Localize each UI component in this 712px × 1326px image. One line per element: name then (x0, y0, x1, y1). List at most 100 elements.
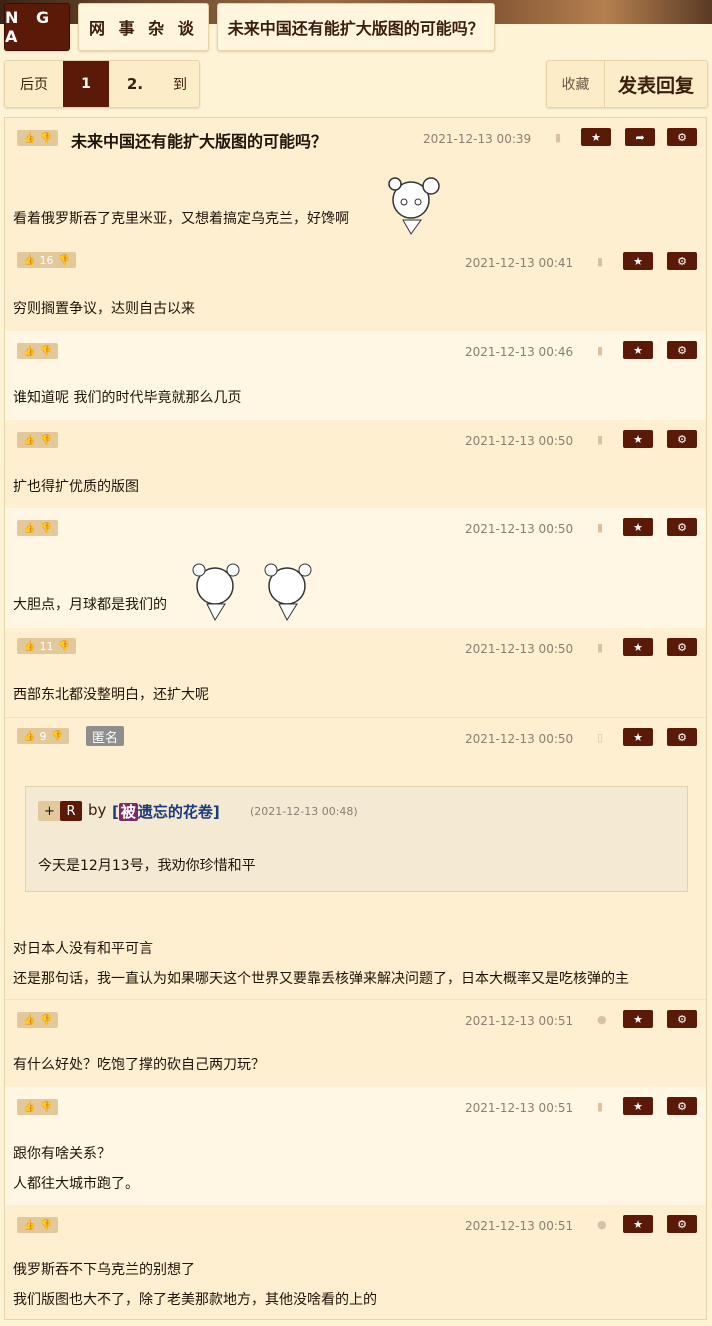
page-1-button[interactable]: 1 (63, 61, 109, 107)
nga-logo-link[interactable]: N G A (4, 3, 70, 51)
thumb-up-icon[interactable]: 👍 (23, 1220, 35, 1231)
thumb-down-icon[interactable]: 👎 (39, 1220, 51, 1231)
star-icon[interactable]: ★ (623, 728, 653, 746)
star-icon[interactable]: ★ (623, 638, 653, 656)
vote-buttons[interactable]: 👍 👎 (17, 1012, 58, 1028)
favorite-button[interactable]: 收藏 (547, 61, 605, 107)
post-content: 跟你有啥关系？ (13, 1146, 111, 1162)
android-icon: ▮ (555, 131, 562, 144)
post-date: 2021-12-13 00:50 (465, 642, 574, 656)
post-date: 2021-12-13 00:50 (465, 732, 574, 746)
star-icon[interactable]: ★ (623, 1097, 653, 1115)
post-content: 大胆点，月球都是我们的 (13, 597, 167, 613)
gear-icon[interactable]: ⚙ (667, 341, 697, 359)
gear-icon[interactable]: ⚙ (667, 1215, 697, 1233)
phone-icon: ▯ (597, 731, 604, 744)
thumb-down-icon[interactable]: 👎 (50, 731, 62, 742)
thumb-down-icon[interactable]: 👎 (39, 435, 51, 446)
thumb-down-icon[interactable]: 👎 (57, 641, 69, 652)
android-icon: ▮ (597, 1100, 604, 1113)
android-icon: ▮ (597, 521, 604, 534)
apple-icon: ● (597, 1218, 607, 1231)
quote-expand-button[interactable]: + R (38, 801, 82, 821)
post-date: 2021-12-13 00:41 (465, 256, 574, 270)
post-content: 我们版图也大不了，除了老美那款地方，其他没啥看的上的 (13, 1292, 377, 1308)
thumb-up-icon[interactable]: 👍 (23, 255, 35, 266)
post-item: 👍 9 👎 匿名 2021-12-13 00:50 ▯ ★ ⚙ + R by [… (5, 717, 706, 999)
vote-buttons[interactable]: 👍 9 👎 (17, 728, 69, 744)
thumb-down-icon[interactable]: 👎 (57, 255, 69, 266)
share-icon[interactable]: ➦ (625, 128, 655, 146)
section-link[interactable]: 网 事 杂 谈 (78, 3, 209, 51)
post-item: 👍 👎 2021-12-13 00:51 ● ★ ⚙ 有什么好处？吃饱了撑的砍自… (5, 999, 706, 1087)
post-date: 2021-12-13 00:51 (465, 1219, 574, 1233)
plus-icon: + (44, 803, 55, 819)
gear-icon[interactable]: ⚙ (667, 128, 697, 146)
thumb-down-icon[interactable]: 👎 (39, 1102, 51, 1113)
prev-page-button[interactable]: 后页 (5, 61, 63, 107)
vote-buttons[interactable]: 👍 👎 (17, 520, 58, 536)
star-icon[interactable]: ★ (623, 1215, 653, 1233)
thumb-down-icon[interactable]: 👎 (39, 1015, 51, 1026)
thumb-up-icon[interactable]: 👍 (23, 435, 35, 446)
gear-icon[interactable]: ⚙ (667, 252, 697, 270)
post-content: 还是那句话，我一直认为如果哪天这个世界又要靠丢核弹来解决问题了，日本大概率又是吃… (13, 971, 629, 987)
star-icon[interactable]: ★ (623, 341, 653, 359)
thumb-down-icon[interactable]: 👎 (39, 346, 51, 357)
post-content: 对日本人没有和平可言 (13, 941, 153, 957)
gear-icon[interactable]: ⚙ (667, 1097, 697, 1115)
reply-tag: R (60, 801, 82, 821)
gear-icon[interactable]: ⚙ (667, 1010, 697, 1028)
vote-buttons[interactable]: 👍 👎 (17, 1217, 58, 1233)
star-icon[interactable]: ★ (623, 252, 653, 270)
vote-buttons[interactable]: 👍 👎 (17, 130, 58, 146)
post-content: 西部东北都没整明白，还扩大呢 (13, 687, 209, 703)
post-title: 未来中国还有能扩大版图的可能吗？ (71, 132, 328, 151)
vote-buttons[interactable]: 👍 👎 (17, 432, 58, 448)
post-date: 2021-12-13 00:51 (465, 1014, 574, 1028)
gear-icon[interactable]: ⚙ (667, 638, 697, 656)
thumb-down-icon[interactable]: 👎 (39, 523, 51, 534)
page-2-button[interactable]: 2. (109, 61, 161, 107)
quote-author-link[interactable]: [被遗忘的花卷] (112, 801, 220, 822)
thumb-up-icon[interactable]: 👍 (23, 1102, 35, 1113)
post-item: 👍 16 👎 2021-12-13 00:41 ▮ ★ ⚙ 穷则搁置争议，达则自… (5, 242, 706, 331)
post-content: 扩也得扩优质的版图 (13, 479, 139, 495)
gear-icon[interactable]: ⚙ (667, 430, 697, 448)
thumb-down-icon[interactable]: 👎 (39, 133, 51, 144)
gear-icon[interactable]: ⚙ (667, 728, 697, 746)
post-item: 👍 👎 2021-12-13 00:50 ▮ ★ ⚙ 大胆点，月球都是我们的 (5, 508, 706, 628)
thread-title-link[interactable]: 未来中国还有能扩大版图的可能吗？ (216, 3, 495, 51)
goto-page-button[interactable]: 到 (161, 61, 199, 107)
post-content: 看着俄罗斯吞了克里米亚，又想着搞定乌克兰，好馋啊 (13, 211, 349, 227)
vote-buttons[interactable]: 👍 👎 (17, 343, 58, 359)
thumb-up-icon[interactable]: 👍 (23, 641, 35, 652)
apple-icon: ● (597, 1013, 607, 1026)
like-count: 16 (39, 253, 54, 267)
post-date: 2021-12-13 00:39 (423, 132, 532, 146)
vote-buttons[interactable]: 👍 👎 (17, 1099, 58, 1115)
anonymous-badge: 匿名 (86, 726, 125, 746)
thumb-up-icon[interactable]: 👍 (23, 133, 35, 144)
post-item: 👍 👎 2021-12-13 00:46 ▮ ★ ⚙ 谁知道呢 我们的时代毕竟就… (5, 331, 706, 420)
pagination: 后页 1 2. 到 (4, 60, 200, 108)
vote-buttons[interactable]: 👍 16 👎 (17, 252, 76, 268)
post-content: 人都往大城市跑了。 (13, 1176, 139, 1192)
reply-button[interactable]: 发表回复 (605, 61, 707, 107)
android-icon: ▮ (597, 255, 604, 268)
thumb-up-icon[interactable]: 👍 (23, 731, 35, 742)
post-date: 2021-12-13 00:50 (465, 434, 574, 448)
star-icon[interactable]: ★ (623, 1010, 653, 1028)
gear-icon[interactable]: ⚙ (667, 518, 697, 536)
vote-buttons[interactable]: 👍 11 👎 (17, 638, 76, 654)
author-tag: 被 (118, 803, 138, 821)
star-icon[interactable]: ★ (623, 430, 653, 448)
thumb-up-icon[interactable]: 👍 (23, 523, 35, 534)
thumb-up-icon[interactable]: 👍 (23, 346, 35, 357)
post-item: 👍 👎 2021-12-13 00:50 ▮ ★ ⚙ 扩也得扩优质的版图 (5, 420, 706, 508)
star-icon[interactable]: ★ (623, 518, 653, 536)
quote-block: + R by [被遗忘的花卷] (2021-12-13 00:48) 今天是12… (25, 786, 688, 892)
thumb-up-icon[interactable]: 👍 (23, 1015, 35, 1026)
star-icon[interactable]: ★ (581, 128, 611, 146)
android-icon: ▮ (597, 344, 604, 357)
